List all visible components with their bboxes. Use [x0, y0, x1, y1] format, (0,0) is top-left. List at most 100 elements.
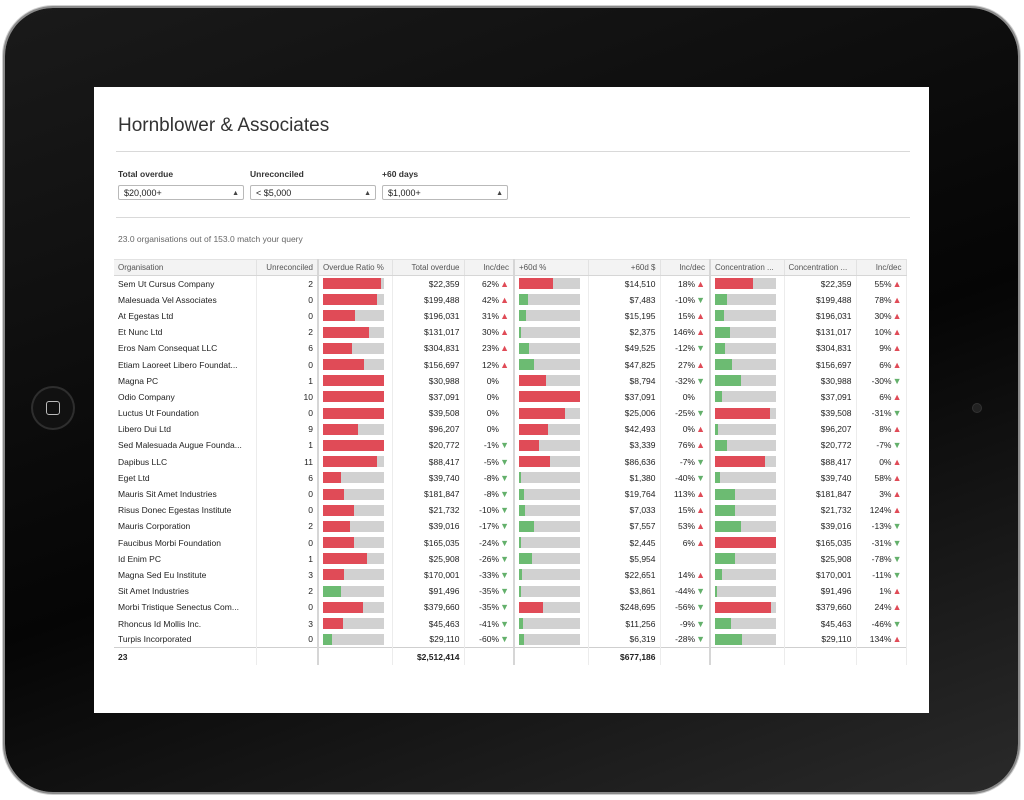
- footer-empty: [513, 647, 589, 665]
- bar-fill: [519, 633, 524, 645]
- bar-track: [323, 488, 384, 500]
- col-unreconciled[interactable]: Unreconciled: [256, 259, 319, 276]
- table-row[interactable]: Mauris Sit Amet Industries 0 $181,847 -8%▼ $…: [114, 485, 907, 503]
- sixty-days-select[interactable]: $1,000+ ▲: [382, 185, 508, 200]
- trend-arrow-icon: ▼: [696, 586, 705, 597]
- table-row[interactable]: Sem Ut Cursus Company 2 $22,359 62%▲ $14,510…: [114, 275, 907, 292]
- change-value: 53%: [677, 521, 695, 532]
- trend-arrow-icon: ▲: [892, 343, 902, 354]
- sixty-day-amount: $3,339: [588, 437, 661, 454]
- home-button[interactable]: [31, 386, 75, 430]
- bar-fill: [323, 456, 377, 468]
- trend-arrow-icon: ▲: [696, 424, 705, 435]
- table-row[interactable]: Morbi Tristique Senectus Com... 0 $379,660…: [114, 599, 907, 616]
- bar-track: [715, 520, 776, 532]
- trend-arrow-icon: ▼: [500, 456, 509, 467]
- change-value: 12%: [481, 359, 499, 370]
- inc-dec-overdue: -26%▼: [464, 550, 515, 567]
- table-row[interactable]: Rhoncus Id Mollis Inc. 3 $45,463 -41%▼ $11,2…: [114, 615, 907, 632]
- table-row[interactable]: Magna Sed Eu Institute 3 $170,001 -33%▼ $22,…: [114, 566, 907, 584]
- col-inc-dec-concentration[interactable]: Inc/dec: [856, 259, 907, 276]
- bar-cell: [317, 437, 393, 454]
- table-row[interactable]: Id Enim PC 1 $25,908 -26%▼ $5,954 $25,908 -78%…: [114, 550, 907, 567]
- table-row[interactable]: Malesuada Vel Associates 0 $199,488 42%▲ $7,…: [114, 291, 907, 308]
- table-row[interactable]: Dapibus LLC 11 $88,417 -5%▼ $86,636 -7%▼ $88,4…: [114, 453, 907, 470]
- filter-label: Total overdue: [118, 169, 174, 179]
- organisation-name: Etiam Laoreet Libero Foundat...: [114, 356, 257, 373]
- col-overdue-ratio[interactable]: Overdue Ratio %: [317, 259, 393, 276]
- bar-track: [715, 553, 776, 565]
- bar-cell: [709, 324, 785, 341]
- total-overdue: $39,740: [392, 469, 465, 486]
- unreconciled-select[interactable]: < $5,000 ▲: [250, 185, 376, 200]
- table-row[interactable]: Risus Donec Egestas Institute 0 $21,732 -10…: [114, 502, 907, 519]
- bar-cell: [709, 534, 785, 551]
- change-value: 6%: [682, 537, 695, 548]
- total-overdue: $181,847: [392, 485, 465, 503]
- bar-cell: [513, 307, 589, 325]
- bar-fill: [323, 633, 332, 645]
- change-value: 30%: [874, 310, 892, 321]
- bar-fill: [715, 359, 732, 371]
- change-value: 18%: [677, 278, 695, 289]
- sixty-day-amount: $5,954: [588, 550, 661, 567]
- select-arrows-icon: ▲: [496, 190, 503, 197]
- unreconciled-count: 6: [256, 340, 319, 357]
- col-60d-amount[interactable]: +60d $: [588, 259, 661, 276]
- table-row[interactable]: Luctus Ut Foundation 0 $39,508 0% $25,006 -25…: [114, 405, 907, 422]
- unreconciled-count: 2: [256, 583, 319, 600]
- bar-cell: [709, 421, 785, 438]
- col-organisation[interactable]: Organisation: [114, 259, 257, 276]
- table-row[interactable]: Faucibus Morbi Foundation 0 $165,035 -24%▼ $…: [114, 534, 907, 551]
- trend-arrow-icon: ▼: [696, 294, 705, 305]
- col-total-overdue[interactable]: Total overdue: [392, 259, 465, 276]
- change-value: 24%: [874, 602, 892, 613]
- change-value: 62%: [481, 278, 499, 289]
- change-value: 78%: [874, 294, 892, 305]
- organisation-name: Sem Ut Cursus Company: [114, 275, 257, 292]
- table-row[interactable]: Sed Malesuada Augue Founda... 1 $20,772 -1%…: [114, 437, 907, 454]
- table-row[interactable]: Etiam Laoreet Libero Foundat... 0 $156,697…: [114, 356, 907, 373]
- table-row[interactable]: Odio Company 10 $37,091 0% $37,091 0% $37,091 6…: [114, 388, 907, 405]
- unreconciled-count: 3: [256, 615, 319, 632]
- table-row[interactable]: Et Nunc Ltd 2 $131,017 30%▲ $2,375 146%▲ $131,…: [114, 324, 907, 341]
- trend-arrow-icon: ▲: [892, 391, 902, 402]
- bar-track: [519, 423, 580, 435]
- col-60d-percent[interactable]: +60d %: [513, 259, 589, 276]
- col-concentration-amount[interactable]: Concentration ...: [784, 259, 857, 276]
- inc-dec-overdue: 0%: [464, 421, 515, 438]
- inc-dec-concentration: -30%▼: [856, 372, 907, 389]
- inc-dec-60d: 0%: [660, 388, 711, 405]
- table-row[interactable]: Libero Dui Ltd 9 $96,207 0% $42,493 0%▲ $96,20…: [114, 421, 907, 438]
- trend-arrow-icon: ▲: [696, 359, 705, 370]
- table-row[interactable]: Sit Amet Industries 2 $91,496 -35%▼ $3,861 -4…: [114, 583, 907, 600]
- footer-total-60d: $677,186: [588, 647, 661, 665]
- inc-dec-concentration: 3%▲: [856, 485, 907, 503]
- change-value: 6%: [879, 391, 892, 402]
- table-row[interactable]: At Egestas Ltd 0 $196,031 31%▲ $15,195 15%▲ $1…: [114, 307, 907, 325]
- inc-dec-60d: -28%▼: [660, 631, 711, 648]
- bar-fill: [519, 375, 546, 387]
- change-value: 0%: [682, 391, 695, 402]
- col-inc-dec-overdue[interactable]: Inc/dec: [464, 259, 515, 276]
- bar-fill: [715, 537, 776, 549]
- concentration-amount: $37,091: [784, 388, 857, 405]
- bar-fill: [323, 423, 358, 435]
- concentration-amount: $21,732: [784, 502, 857, 519]
- table-row[interactable]: Turpis Incorporated 0 $29,110 -60%▼ $6,319 -2…: [114, 631, 907, 648]
- table-row[interactable]: Eget Ltd 6 $39,740 -8%▼ $1,380 -40%▼ $39,740 58…: [114, 469, 907, 486]
- bar-cell: [317, 469, 393, 486]
- table-row[interactable]: Eros Nam Consequat LLC 6 $304,831 23%▲ $49,5…: [114, 340, 907, 357]
- bar-fill: [519, 472, 521, 484]
- col-concentration-bar[interactable]: Concentration ...: [709, 259, 785, 276]
- inc-dec-60d: 6%▲: [660, 534, 711, 551]
- table-row[interactable]: Magna PC 1 $30,988 0% $8,794 -32%▼ $30,988 -30%…: [114, 372, 907, 389]
- col-inc-dec-60d[interactable]: Inc/dec: [660, 259, 711, 276]
- table-row[interactable]: Mauris Corporation 2 $39,016 -17%▼ $7,557 53%…: [114, 518, 907, 535]
- bar-cell: [709, 453, 785, 470]
- bar-fill: [715, 439, 727, 451]
- change-value: 76%: [677, 440, 695, 451]
- total-overdue-select[interactable]: $20,000+ ▲: [118, 185, 244, 200]
- footer-empty: [709, 647, 785, 665]
- bar-fill: [715, 294, 727, 306]
